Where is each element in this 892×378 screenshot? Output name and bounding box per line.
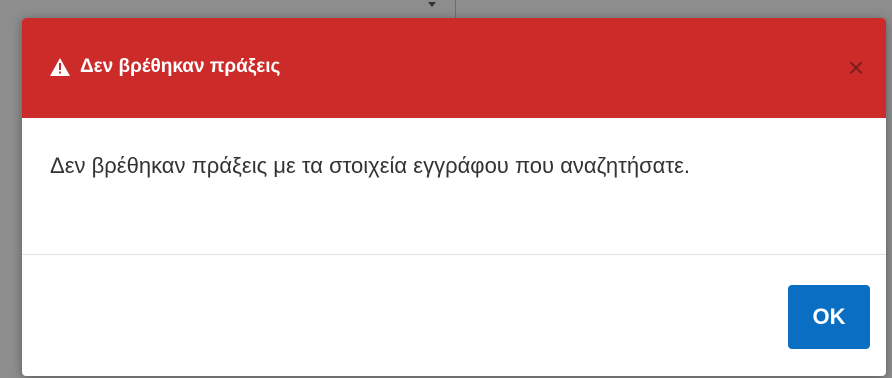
dialog-message: Δεν βρέθηκαν πράξεις με τα στοιχεία εγγρ… (50, 153, 690, 178)
dialog-title: Δεν βρέθηκαν πράξεις (80, 56, 281, 77)
close-icon: × (847, 52, 865, 83)
close-button[interactable]: × (840, 54, 872, 82)
caret-down-icon (428, 2, 436, 7)
backdrop-divider (455, 0, 456, 20)
ok-button[interactable]: OK (788, 285, 870, 349)
alert-dialog: Δεν βρέθηκαν πράξεις × Δεν βρέθηκαν πράξ… (22, 18, 886, 376)
warning-triangle-icon (50, 58, 70, 76)
footer-divider (22, 254, 886, 255)
dialog-header: Δεν βρέθηκαν πράξεις × (22, 18, 886, 118)
